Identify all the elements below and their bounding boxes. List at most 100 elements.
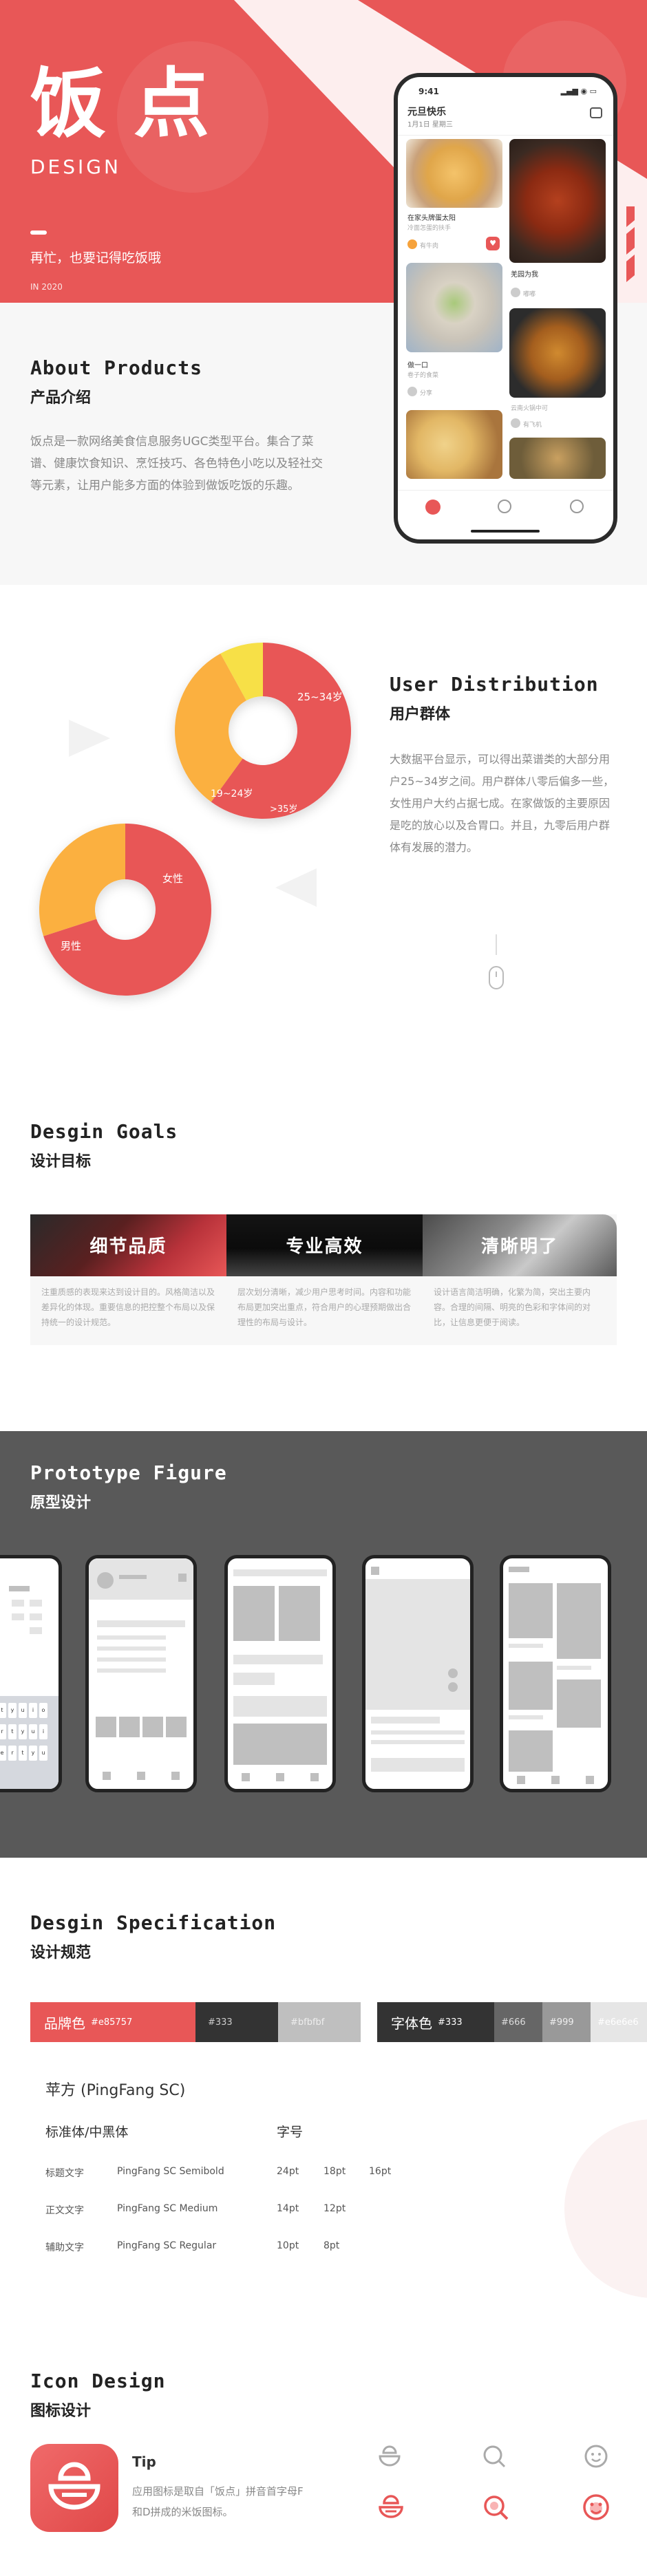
food-image-6[interactable] — [509, 438, 606, 479]
camera-icon[interactable] — [590, 107, 602, 118]
goal-image-car: 细节品质 — [30, 1214, 226, 1276]
hero-section: 饭 点 DESIGN 再忙，也要记得吃饭哦 IN 2020 About Prod… — [0, 0, 647, 585]
font-hex1: #333 — [438, 2017, 463, 2028]
keyboard-key[interactable]: t — [0, 1703, 6, 1718]
spec-row-title-name: 标题文字 — [45, 2168, 84, 2179]
card-3-title: 做一口 — [407, 362, 428, 369]
wireframe-post — [362, 1555, 474, 1792]
gender-slice-male — [39, 824, 125, 936]
spec-row-aux-font: PingFang SC Regular — [117, 2240, 217, 2251]
spec-row-title-font: PingFang SC Semibold — [117, 2166, 224, 2177]
keyboard-key[interactable]: y — [29, 1746, 37, 1761]
goal-card-3[interactable]: 清晰明了 设计语言简洁明确，化繁为简，突出主要内容。合理的间隔、明亮的色彩和字体… — [423, 1214, 617, 1345]
card-3-sub: 卷子的食菜 — [407, 372, 439, 379]
tab-profile-icon[interactable] — [570, 500, 584, 513]
keyboard: qwertyuiopqwertyuiopqwertyuiop — [0, 1696, 59, 1789]
card-2-user: 嘟嘟 — [523, 291, 536, 298]
distribution-body: 大数据平台显示，可以得出菜谱类的大部分用户25~34岁之间。用户群体八零后偏多一… — [390, 753, 615, 854]
goal-title-3: 清晰明了 — [480, 1236, 558, 1257]
prototype-title-zh: 原型设计 — [30, 1494, 92, 1512]
age-donut-chart — [174, 643, 352, 819]
keyboard-key[interactable]: u — [19, 1703, 27, 1718]
distribution-charts: 25~34岁 19~24岁 >35岁 女性 男性 — [39, 643, 352, 996]
keyboard-key[interactable]: t — [19, 1746, 27, 1761]
logo-char-fan: 饭 — [30, 60, 106, 148]
keyboard-key[interactable]: u — [29, 1724, 37, 1739]
spec-row-aux-size2: 8pt — [324, 2240, 340, 2251]
food-image-1[interactable] — [406, 139, 502, 208]
wireframe-feed — [500, 1555, 611, 1792]
font-swatch-333: 字体色 #333 — [377, 2002, 494, 2042]
spec-row-title-size2: 18pt — [324, 2166, 346, 2177]
profile-outline-icon — [584, 2445, 608, 2468]
card-2-title: 羌园为我 — [511, 271, 538, 279]
goal-text-3: 设计语言简洁明确，化繁为简，突出主要内容。合理的间隔、明亮的色彩和字体间的对比，… — [434, 1287, 591, 1327]
mouse-icon — [489, 966, 504, 989]
keyboard-key[interactable]: y — [19, 1724, 27, 1739]
keyboard-key[interactable]: i — [29, 1703, 37, 1718]
card-1-sub: 冷面怎蛋的扶手 — [407, 225, 452, 232]
icon-title-zh: 图标设计 — [30, 2403, 92, 2420]
spec-title-zh: 设计规范 — [30, 1944, 92, 1962]
home-active-icon — [379, 2495, 403, 2518]
food-image-3[interactable] — [406, 263, 502, 352]
home-indicator — [471, 530, 540, 533]
food-image-4[interactable] — [509, 308, 606, 398]
search-outline-icon — [483, 2445, 506, 2468]
keyboard-key[interactable]: u — [39, 1746, 47, 1761]
goal-image-keyboard: 专业高效 — [226, 1214, 423, 1276]
age-label-35: >35岁 — [270, 804, 297, 815]
font-name: 苹方 (PingFang SC) — [45, 2082, 186, 2099]
goal-card-1[interactable]: 细节品质 注重质感的表现来达到设计目的。风格简洁以及差异化的体现。重要信息的把控… — [30, 1214, 226, 1345]
like-icon[interactable]: ♥ — [486, 237, 500, 250]
distribution-title-en: User Distribution — [390, 673, 599, 696]
hero-tagline: 再忙，也要记得吃饭哦 — [30, 250, 162, 266]
phone-mockup: 9:41 ▂▄▆ ◉ ▭ 元旦快乐 1月1日 星期三 在家头牌蛋太阳 冷面怎蛋的… — [394, 73, 617, 544]
keyboard-key[interactable]: i — [39, 1724, 47, 1739]
about-title-zh: 产品介绍 — [30, 389, 92, 407]
card-3-user: 分享 — [420, 390, 433, 397]
brand-swatch: 品牌色 #e85757 — [30, 2002, 195, 2042]
search-active-icon — [484, 2496, 509, 2520]
font-swatch-999: #999 — [542, 2002, 591, 2042]
keyboard-key[interactable]: e — [0, 1746, 6, 1761]
tab-home-icon[interactable] — [425, 500, 441, 515]
prototype-section: Prototype Figure 原型设计 qwertyuiopqwertyui… — [0, 1431, 647, 1858]
gender-label-male: 男性 — [61, 940, 81, 952]
dark-swatch: #333 — [195, 2002, 278, 2042]
keyboard-key[interactable]: t — [8, 1724, 17, 1739]
tab-search-icon[interactable] — [498, 500, 511, 513]
spec-row-body-name: 正文文字 — [45, 2205, 84, 2216]
keyboard-key[interactable]: r — [8, 1746, 17, 1761]
keyboard-key[interactable]: y — [8, 1703, 17, 1718]
keyboard-key[interactable]: o — [39, 1703, 47, 1718]
goal-title-2: 专业高效 — [286, 1236, 363, 1257]
spec-col2: 字号 — [277, 2125, 304, 2140]
tip-text: 应用图标是取自「饭点」拼音首字母F和D拼成的米饭图标。 — [132, 2485, 304, 2518]
feed-date: 1月1日 星期三 — [407, 121, 453, 129]
avatar — [511, 288, 520, 297]
distribution-section: 25~34岁 19~24岁 >35岁 女性 男性 User Distributi… — [0, 585, 647, 1066]
spec-title-en: Desgin Specification — [30, 1911, 277, 1934]
logo: 饭 点 — [30, 66, 209, 142]
gender-label-female: 女性 — [162, 872, 183, 885]
card-1-user: 有牛肉 — [420, 243, 439, 250]
goal-title-1: 细节品质 — [89, 1236, 167, 1257]
font-label: 字体色 — [391, 2015, 432, 2032]
font-swatch-e6: #e6e6e6 — [591, 2002, 647, 2042]
spec-section: Desgin Specification 设计规范 品牌色 #e85757 #3… — [0, 1858, 647, 2326]
scroll-line — [496, 934, 497, 955]
app-icon — [30, 2444, 118, 2532]
keyboard-key[interactable]: r — [0, 1724, 6, 1739]
goals-section: Desgin Goals 设计目标 细节品质 注重质感的表现来达到设计目的。风格… — [0, 1066, 647, 1431]
spec-row-aux-size1: 10pt — [277, 2240, 299, 2251]
rice-bowl-icon — [48, 2462, 100, 2510]
avatar — [407, 239, 417, 249]
food-image-2[interactable] — [509, 139, 606, 263]
food-image-5[interactable] — [406, 410, 502, 479]
goal-card-2[interactable]: 专业高效 层次划分清晰，减少用户思考时间。内容和功能布局更加突出重点，符合用户的… — [226, 1214, 423, 1345]
hero-year: IN 2020 — [30, 282, 63, 292]
card-4-sub: 云南火锅中可 — [511, 405, 549, 412]
brand-hex: #e85757 — [91, 2017, 133, 2028]
avatar — [407, 387, 417, 396]
